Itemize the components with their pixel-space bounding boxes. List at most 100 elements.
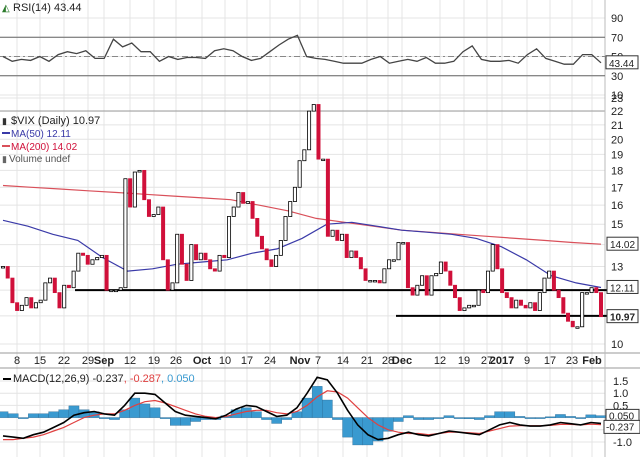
candle [212, 268, 217, 272]
candle [321, 158, 326, 162]
candle [57, 292, 62, 309]
price-y-tick: 19 [611, 149, 623, 161]
macd-histogram-bar [433, 417, 445, 419]
candle [485, 270, 490, 294]
candle [556, 289, 561, 299]
candle [208, 259, 213, 270]
candle [462, 307, 467, 311]
candle [368, 280, 373, 283]
rsi-value-label: 43.44 [609, 59, 634, 70]
x-tick-label: 8 [14, 355, 20, 367]
candle [170, 282, 175, 291]
candle [476, 289, 481, 306]
candle [589, 287, 594, 294]
macd-histogram-bar [261, 417, 272, 420]
rsi-y-tick: 90 [611, 13, 623, 25]
price-y-tick: 23 [611, 93, 623, 105]
candle [340, 233, 345, 241]
candle [81, 252, 86, 256]
candle [288, 201, 293, 217]
price-y-tick: 18 [611, 165, 623, 177]
macd-legend-label: MACD(12,26,9) [13, 373, 89, 385]
candle [0, 266, 6, 269]
candle [537, 292, 542, 311]
candle [76, 252, 81, 272]
candle [302, 149, 307, 162]
x-tick-label: 9 [524, 355, 530, 367]
x-tick-label: 24 [264, 355, 276, 367]
candle [420, 275, 425, 286]
x-tick-label: Nov [290, 355, 312, 367]
price-y-tick: 15 [611, 219, 623, 231]
candle [349, 250, 354, 258]
x-tick-label: 14 [337, 355, 349, 367]
close-value-label: 10.97 [610, 313, 635, 324]
candle [123, 178, 128, 289]
candle [575, 326, 580, 329]
price-y-tick: 10 [611, 339, 623, 351]
candle [372, 280, 377, 283]
candle [217, 254, 222, 272]
macd-y-tick: 1.0 [613, 388, 628, 400]
candle [52, 277, 57, 294]
rsi-icon: ◭ [2, 3, 10, 14]
macd-histogram-bar [281, 417, 293, 420]
candle [514, 299, 519, 309]
candle [259, 235, 264, 250]
price-y-tick: 17 [611, 182, 623, 194]
macd-legend: MACD(12,26,9) -0.237, -0.287, 0.050 [3, 373, 195, 385]
candle [99, 254, 104, 258]
candle [278, 240, 283, 256]
candle [415, 284, 420, 296]
ma50-legend: MA(50) 12.11 [11, 129, 71, 140]
candle [62, 284, 67, 309]
macd-y-tick: 1.5 [613, 376, 628, 388]
candle [250, 201, 255, 219]
candle [114, 289, 119, 293]
candle [198, 252, 203, 261]
macd-histogram-bar [555, 414, 566, 418]
candle [547, 270, 552, 279]
candle [561, 297, 566, 314]
candle [85, 254, 90, 265]
macd-histogram-bar [311, 386, 323, 418]
macd-y-tick: -1.0 [613, 437, 632, 449]
candle [599, 292, 604, 318]
x-tick-label: 26 [170, 355, 182, 367]
candle [255, 217, 260, 237]
macd-histogram-bar [443, 415, 455, 418]
ma200-swatch [2, 145, 10, 147]
candle [387, 259, 392, 270]
candle [448, 270, 453, 286]
candle [311, 104, 316, 112]
candle [132, 171, 137, 208]
candle [495, 244, 500, 270]
candle [533, 302, 538, 311]
macd-histogram-bar [99, 417, 110, 419]
candle [189, 244, 194, 281]
candle [203, 252, 208, 261]
candle [424, 275, 429, 296]
candle [457, 297, 462, 311]
macd-histogram-bar [129, 397, 141, 418]
candle [274, 254, 279, 267]
candle [528, 302, 533, 309]
candle [283, 216, 288, 241]
macd-histogram-bar [251, 411, 262, 418]
macd-histogram-bar [342, 417, 353, 438]
candle [307, 110, 312, 151]
macd-histogram-bar [352, 417, 364, 446]
x-tick-label: 19 [148, 355, 160, 367]
candle [396, 242, 401, 261]
candle [146, 199, 151, 217]
candle [19, 304, 24, 311]
candle [269, 259, 274, 267]
candle [142, 169, 147, 201]
candle [443, 261, 448, 272]
candle [109, 289, 114, 293]
rsi-y-tick: 70 [611, 32, 623, 44]
macd-histogram-bar [534, 417, 546, 419]
x-tick-label: 21 [361, 355, 373, 367]
macd-histogram-bar [322, 399, 333, 418]
candle [5, 266, 10, 279]
